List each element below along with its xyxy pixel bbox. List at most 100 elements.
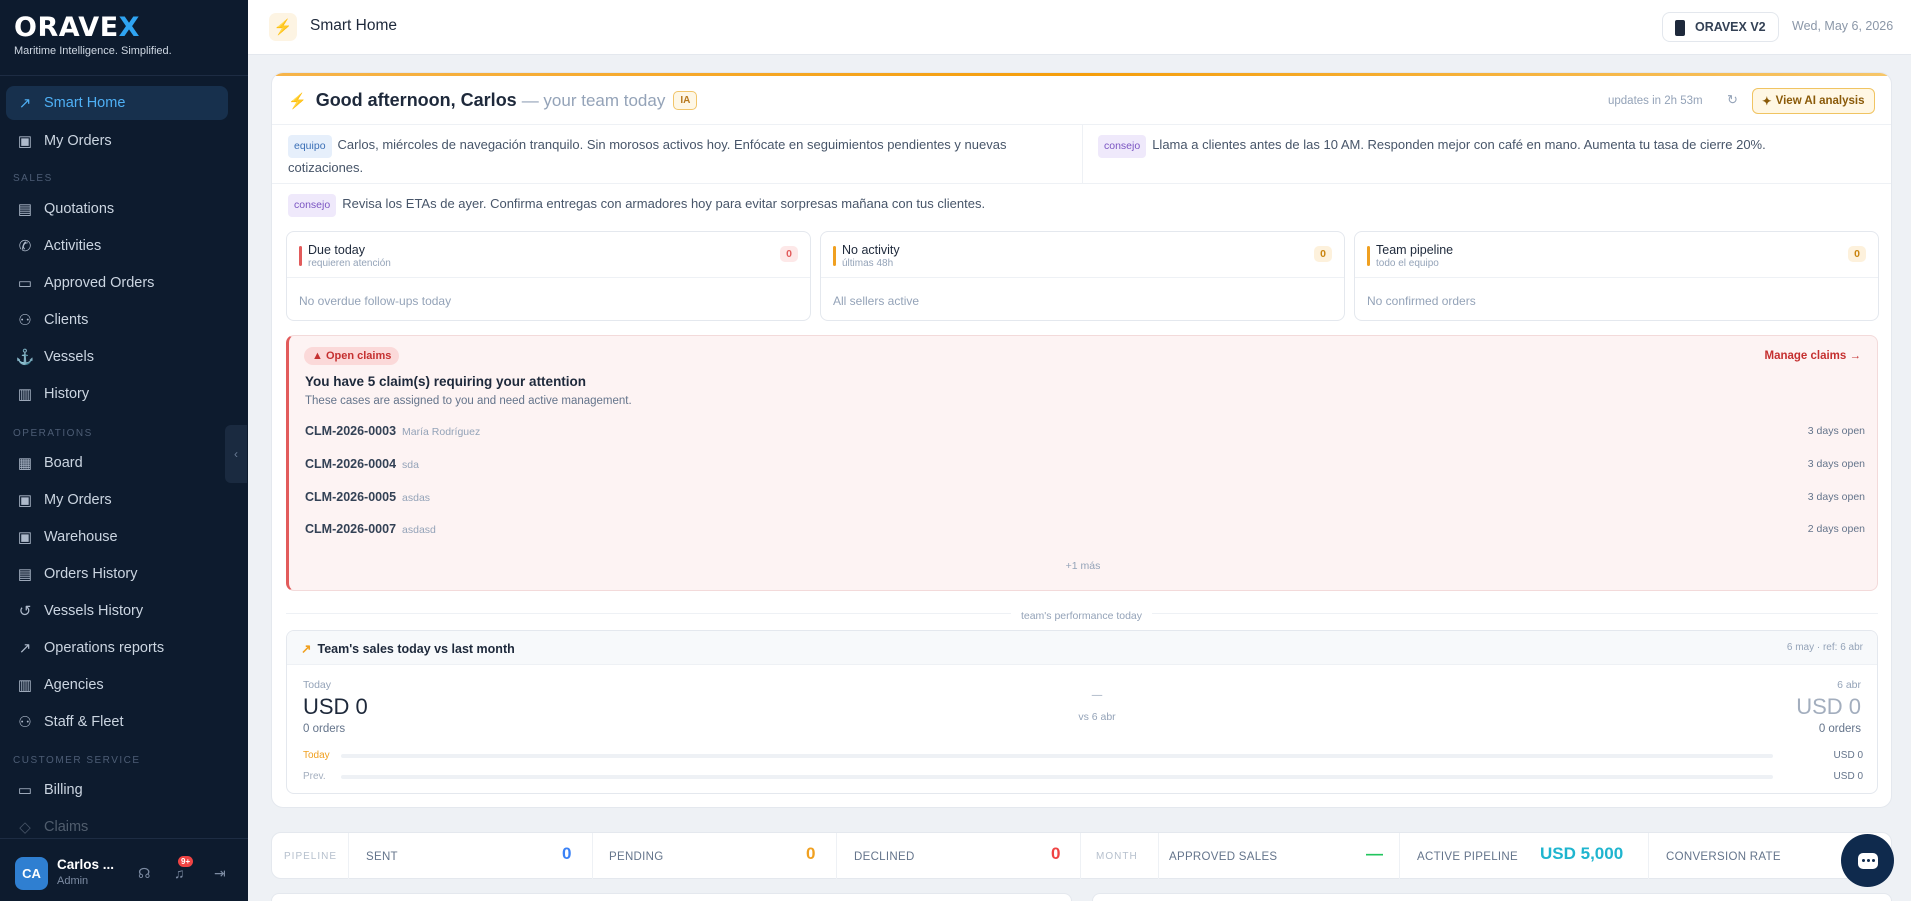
stat-no-activity[interactable]: No activity últimas 48h 0 All sellers ac… xyxy=(820,231,1345,321)
stat-count: 0 xyxy=(780,246,798,262)
sales-header: ↗ Team's sales today vs last month 6 may … xyxy=(287,631,1877,665)
logo[interactable]: ORAVEX Maritime Intelligence. Simplified… xyxy=(14,12,172,57)
sidebar-item-clients[interactable]: ⚇ Clients xyxy=(6,303,228,337)
claim-id: CLM-2026-0005 xyxy=(305,490,397,504)
current-date: Wed, May 6, 2026 xyxy=(1792,19,1894,33)
open-claims-panel: ▲ Open claims You have 5 claim(s) requir… xyxy=(286,335,1878,591)
stat-team-pipeline[interactable]: Team pipeline todo el equipo 0 No confir… xyxy=(1354,231,1879,321)
team-icon: ⚇ xyxy=(18,714,32,731)
claims-title: You have 5 claim(s) requiring your atten… xyxy=(305,374,587,389)
claim-row[interactable]: CLM-2026-0003 María Rodríguez 3 days open xyxy=(305,424,1865,446)
stat-color-bar xyxy=(1367,246,1370,266)
sidebar-item-label: Orders History xyxy=(44,566,138,582)
tip-text: Revisa los ETAs de ayer. Confirma entreg… xyxy=(342,196,986,211)
section-operations: OPERATIONS xyxy=(13,428,93,439)
open-claims-badge: ▲ Open claims xyxy=(304,347,400,365)
claim-client: María Rodríguez xyxy=(402,426,481,438)
sidebar-item-orders-history[interactable]: ▤ Orders History xyxy=(6,557,228,591)
sidebar-item-label: Activities xyxy=(44,238,102,254)
avatar[interactable]: CA xyxy=(15,857,48,890)
topbar: ⚡ Smart Home ORAVEX V2 Wed, May 6, 2026 xyxy=(248,0,1911,55)
sidebar-collapse-handle[interactable]: ‹ xyxy=(225,425,247,483)
card-icon: ▭ xyxy=(17,275,33,292)
claim-client: asdas xyxy=(402,492,431,504)
sidebar-item-board[interactable]: ▦ Board xyxy=(6,446,228,480)
view-ai-analysis-button[interactable]: ✦ View AI analysis xyxy=(1752,88,1875,114)
ai-tips-row: consejo Revisa los ETAs de ayer. Confirma… xyxy=(272,183,1891,221)
tip-text: Llama a clientes antes de las 10 AM. Res… xyxy=(1152,137,1766,152)
stat-due-today[interactable]: Due today requieren atención 0 No overdu… xyxy=(286,231,811,321)
chart-line-icon: ↗ xyxy=(18,640,32,657)
stat-divider xyxy=(287,277,810,278)
sent-value: 0 xyxy=(562,844,572,863)
sidebar-item-warehouse[interactable]: ▣ Warehouse xyxy=(6,520,228,554)
reference-orders: 0 orders xyxy=(1818,723,1861,735)
today-value: USD 0 xyxy=(303,694,368,719)
claim-row[interactable]: CLM-2026-0005 asdas 3 days open xyxy=(305,490,1865,512)
comparison-label: vs 6 abr xyxy=(1078,711,1116,723)
sidebar-item-staff-fleet[interactable]: ⚇ Staff & Fleet xyxy=(6,705,228,739)
sidebar-item-my-orders[interactable]: ▣ My Orders xyxy=(6,124,228,158)
building-icon: ▥ xyxy=(17,677,33,694)
stat-title: Team pipeline xyxy=(1376,243,1454,257)
sidebar-footer: CA Carlos ... Admin ☊ ♫ 9+ ⇥ xyxy=(0,838,248,901)
sparkle-icon: ✦ xyxy=(1762,96,1772,108)
sidebar-item-history[interactable]: ▥ History xyxy=(6,377,228,411)
refresh-icon[interactable]: ↻ xyxy=(1727,92,1738,108)
stat-color-bar xyxy=(299,246,302,266)
claim-open-days: 3 days open xyxy=(1807,425,1865,437)
clipboard-icon: ▤ xyxy=(17,566,33,583)
user-name: Carlos ... xyxy=(57,857,115,872)
sidebar-item-vessels[interactable]: ⚓ Vessels xyxy=(6,340,228,374)
sidebar-item-smart-home[interactable]: ↗ Smart Home xyxy=(6,86,228,120)
manage-claims-link[interactable]: Manage claims → xyxy=(1764,350,1861,362)
active-pipeline-value: USD 5,000 xyxy=(1540,844,1624,863)
pipeline-section-label: PIPELINE xyxy=(284,851,338,862)
greeting-main: Good afternoon, Carlos xyxy=(315,90,517,110)
greeting-sub: — your team today xyxy=(521,90,666,110)
update-countdown: updates in 2h 53m xyxy=(1608,95,1703,107)
claim-open-days: 2 days open xyxy=(1807,523,1865,535)
performance-separator: team's performance today xyxy=(272,606,1891,622)
sidebar-item-billing[interactable]: ▭ Billing xyxy=(6,773,228,807)
board-icon: ▦ xyxy=(17,455,33,472)
sidebar-item-my-orders-ops[interactable]: ▣ My Orders xyxy=(6,483,228,517)
sales-title: ↗ Team's sales today vs last month xyxy=(301,641,515,656)
sidebar-item-label: Warehouse xyxy=(44,529,118,545)
version-selector[interactable]: ORAVEX V2 xyxy=(1662,12,1779,42)
claim-row[interactable]: CLM-2026-0004 sda 3 days open xyxy=(305,457,1865,479)
stat-divider xyxy=(1355,277,1878,278)
bell-icon[interactable]: ♫ xyxy=(174,865,185,881)
sidebar-item-activities[interactable]: ✆ Activities xyxy=(6,229,228,263)
claim-open-days: 3 days open xyxy=(1807,458,1865,470)
document-icon: ▤ xyxy=(17,201,33,218)
tip-tag: consejo xyxy=(1098,135,1147,158)
chat-button[interactable] xyxy=(1841,834,1894,887)
sidebar-item-approved-orders[interactable]: ▭ Approved Orders xyxy=(6,266,228,300)
sidebar-item-label: Billing xyxy=(44,782,83,798)
today-label: Today xyxy=(303,679,332,691)
headset-icon[interactable]: ☊ xyxy=(138,865,150,882)
comparison-dash: — xyxy=(1091,689,1103,701)
claims-more-link[interactable]: +1 más xyxy=(289,560,1877,572)
claim-row[interactable]: CLM-2026-0007 asdasd 2 days open xyxy=(305,522,1865,544)
sidebar-item-label: Staff & Fleet xyxy=(44,714,124,730)
view-ai-label: View AI analysis xyxy=(1775,95,1865,107)
sidebar-item-quotations[interactable]: ▤ Quotations xyxy=(6,192,228,226)
bolt-icon: ⚡ xyxy=(288,92,307,110)
lower-panel xyxy=(271,893,1072,901)
sidebar-item-label: My Orders xyxy=(44,133,112,149)
sidebar-item-vessels-history[interactable]: ↺ Vessels History xyxy=(6,594,228,628)
lower-panels-peek xyxy=(271,893,1892,901)
user-role: Admin xyxy=(57,875,89,887)
logout-icon[interactable]: ⇥ xyxy=(214,865,226,882)
sent-label: SENT xyxy=(366,850,398,863)
sidebar-item-agencies[interactable]: ▥ Agencies xyxy=(6,668,228,702)
approved-sales-value: — xyxy=(1366,844,1383,863)
sidebar-item-operations-reports[interactable]: ↗ Operations reports xyxy=(6,631,228,665)
trend-up-icon: ↗ xyxy=(301,642,312,656)
stat-empty-text: All sellers active xyxy=(833,294,920,308)
tip-divider xyxy=(1082,125,1083,184)
sidebar-item-label: Claims xyxy=(44,819,89,835)
warning-icon: ▲ xyxy=(312,350,326,362)
